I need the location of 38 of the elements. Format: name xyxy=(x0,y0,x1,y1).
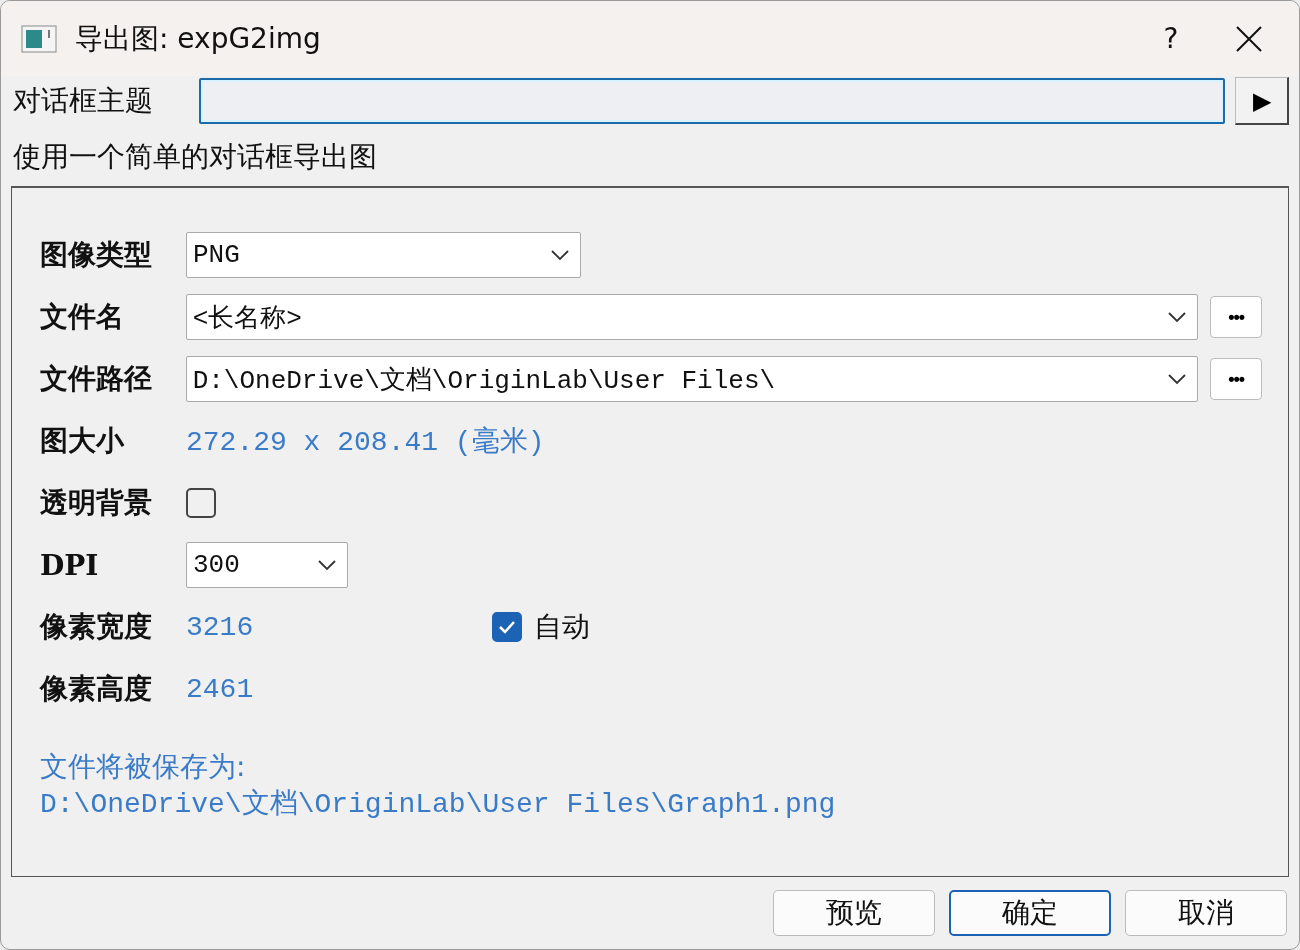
chevron-down-icon xyxy=(1167,311,1188,323)
field-label: 文件名 xyxy=(40,299,125,335)
dropdown-field[interactable]: D:\OneDrive\文档\OriginLab\User Files\ xyxy=(185,356,1199,402)
checkmark-icon xyxy=(498,620,516,634)
close-icon xyxy=(1235,24,1263,53)
dropdown-field[interactable]: PNG xyxy=(186,232,581,278)
dialog-button[interactable]: 取消 xyxy=(1125,890,1287,936)
field-label: 图大小 xyxy=(40,423,125,459)
field-label: 像素宽度 xyxy=(40,609,153,645)
checkbox[interactable] xyxy=(492,612,522,642)
theme-label: 对话框主题 xyxy=(13,83,154,119)
checkbox-label[interactable]: 自动 xyxy=(534,608,590,646)
help-button[interactable]: ? xyxy=(1141,22,1201,55)
field-label: 像素高度 xyxy=(40,671,153,707)
field-label: 图像类型 xyxy=(40,237,153,273)
value-text: 2461 xyxy=(186,673,254,705)
chevron-down-icon xyxy=(317,559,337,571)
saved-label: 文件将被保存为: xyxy=(40,749,247,785)
dropdown-field[interactable]: <长名称> xyxy=(185,294,1199,340)
field-label: 文件路径 xyxy=(40,361,153,397)
saved-path: D:\OneDrive\文档\OriginLab\User Files\Graph1.png xyxy=(40,787,837,822)
field-label: 透明背景 xyxy=(40,485,153,521)
browse-button[interactable]: ••• xyxy=(1210,358,1262,400)
description-text: 使用一个简单的对话框导出图 xyxy=(12,139,378,175)
window-title: 导出图: expG2img xyxy=(75,20,322,57)
dialog-button[interactable]: 确定 xyxy=(949,890,1111,936)
chevron-down-icon xyxy=(1167,373,1188,385)
chevron-down-icon xyxy=(550,249,570,261)
theme-field[interactable] xyxy=(199,78,1225,124)
value-text: 3216 xyxy=(186,611,255,643)
browse-button[interactable]: ••• xyxy=(1210,296,1262,338)
checkbox[interactable] xyxy=(186,488,216,518)
dialog-button[interactable]: 预览 xyxy=(773,890,935,936)
app-icon xyxy=(21,24,57,53)
value-text: 272.29 x 208.41 (毫米) xyxy=(186,425,545,460)
dropdown-field[interactable]: 300 xyxy=(186,542,348,588)
run-button[interactable]: ▶ xyxy=(1235,77,1289,125)
field-label: DPI xyxy=(40,548,100,582)
